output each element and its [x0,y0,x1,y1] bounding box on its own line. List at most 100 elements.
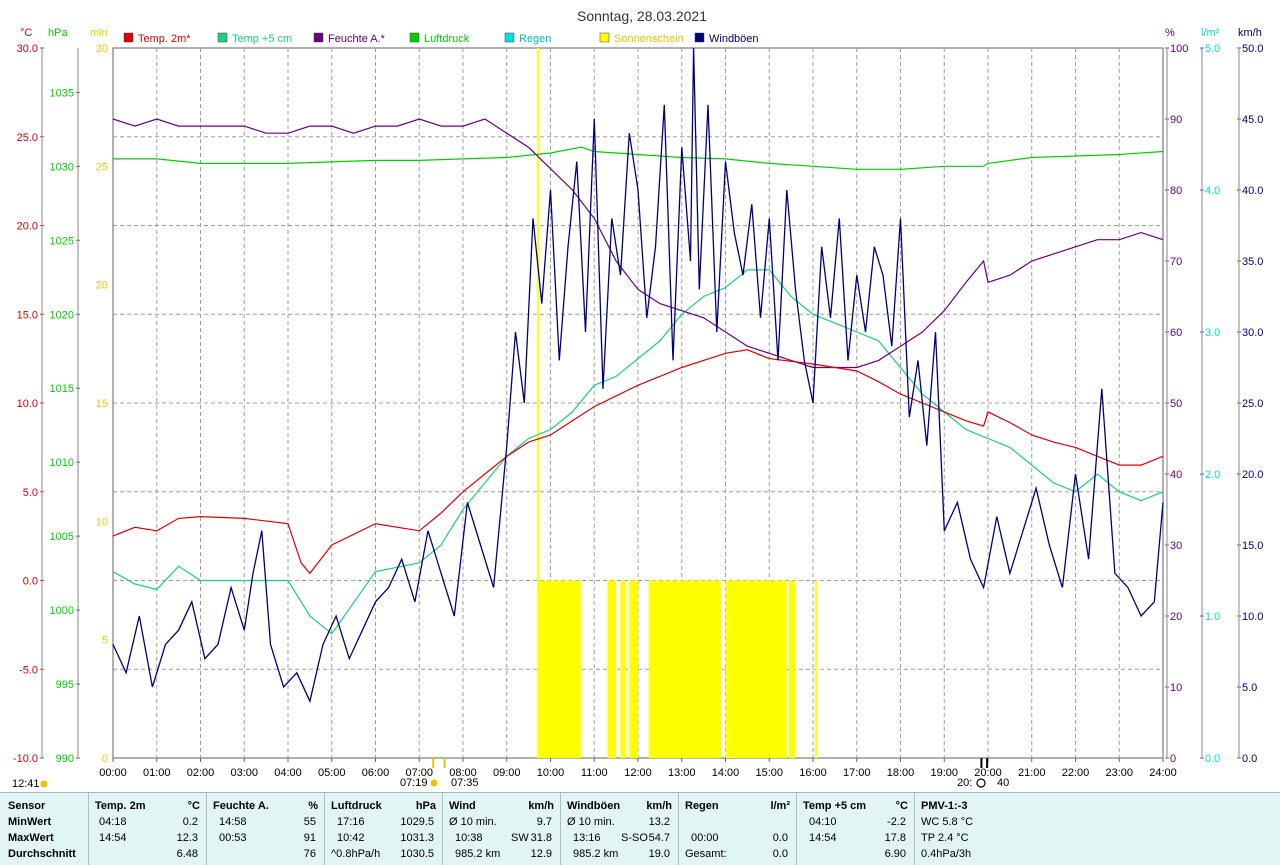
wind-title: Wind [449,800,476,812]
left-tick-label-pressure: 1025 [50,235,74,247]
left-tick-label-sunshine: 20 [96,280,108,292]
right-tick-label: 0.0 [1205,753,1220,765]
right-tick-label: 70 [1170,256,1182,268]
left-tick-label-temp: 0.0 [23,576,38,588]
right-tick-label: 40 [1170,469,1182,481]
wind-avg-label: Ø 10 min. [449,816,497,828]
pressure-title: Luftdruck [331,800,382,812]
x-tick-label: 06:00 [362,767,390,779]
x-tick-label: 09:00 [493,767,521,779]
left-tick-label-sunshine: 0 [102,753,108,765]
sunshine-bar [788,580,796,758]
temp5-min-time: 04:10 [809,816,837,828]
right-tick-label: 35.0 [1242,256,1263,268]
statistics-footer: Sensor MinWert MaxWert Durchschnitt Temp… [0,792,1280,865]
humidity-unit: % [308,800,318,812]
sunrise-icon [430,779,438,787]
left-tick-label-pressure: 1000 [50,605,74,617]
sunshine-bar [648,580,722,758]
x-tick-label: 04:00 [274,767,302,779]
x-tick-label: 17:00 [843,767,871,779]
right-tick-label: 20 [1170,611,1182,623]
sunrise-civil-time: 07:35 [451,777,479,789]
right-tick-label: 0 [1170,753,1176,765]
wind-unit: km/h [528,800,554,812]
current-time: 12:41 [12,778,40,790]
sunshine-bar [725,580,787,758]
sunshine-bar [620,580,626,758]
rain-max-time: 00:00 [691,832,719,844]
x-tick-label: 12:00 [624,767,652,779]
right-tick-label: 45.0 [1242,114,1263,126]
left-tick-label-pressure: 1010 [50,457,74,469]
sunshine-bar [629,580,638,758]
legend-swatch [313,32,324,43]
left-tick-label-pressure: 1020 [50,309,74,321]
rain-title: Regen [685,800,719,812]
humidity-max-value: 91 [303,832,316,844]
legend-swatch [504,32,515,43]
right-tick-label: 30.0 [1242,327,1263,339]
legend-label: Sonnenschein [614,33,684,45]
right-tick-label: 80 [1170,185,1182,197]
legend-label: Windböen [709,33,759,45]
right-unit-label: l/m² [1201,27,1220,39]
pressure-trend: ^0.8hPa/h [331,848,381,860]
sunset-icon [976,778,986,788]
x-tick-label: 00:00 [99,767,127,779]
right-unit-label: % [1165,27,1175,39]
right-tick-label: 50.0 [1242,43,1263,55]
gusts-max-value: 54.7 [648,832,670,844]
right-tick-label: 10 [1170,682,1182,694]
left-tick-label-temp: 15.0 [17,309,38,321]
sensor-label: Sensor [8,800,46,812]
pmv-pressure-trend: 0.4hPa/3h [921,848,972,860]
right-tick-label: 3.0 [1205,327,1220,339]
legend-label: Luftdruck [424,33,470,45]
sunset-time: 20: [957,777,972,789]
right-tick-label: 100 [1170,43,1188,55]
avg-label: Durchschnitt [8,848,76,860]
right-tick-label: 90 [1170,114,1182,126]
right-tick-label: 2.0 [1205,469,1220,481]
left-tick-label-temp: 20.0 [17,221,38,233]
unit-label-temp: °C [20,27,32,39]
temp5-max-time: 14:54 [809,832,837,844]
legend-label: Feuchte A.* [328,33,386,45]
x-tick-label: 15:00 [755,767,783,779]
sunshine-bar [607,580,617,758]
right-tick-label: 10.0 [1242,611,1263,623]
wind-max-time: 10:38 [455,832,483,844]
temp-max-value: 12.3 [176,832,198,844]
stats-humidity: Feuchte A. % 14:58 55 00:53 91 76 [206,793,324,865]
right-tick-label: 5.0 [1242,682,1257,694]
temp5-min-value: -2.2 [887,816,906,828]
gusts-distance: 985.2 km [573,848,619,860]
x-tick-label: 11:00 [581,767,608,779]
left-tick-label-sunshine: 5 [102,635,108,647]
left-tick-label-temp: 30.0 [17,43,38,55]
x-tick-label: 23:00 [1105,767,1133,779]
chart-title: Sonntag, 28.03.2021 [577,8,707,24]
legend-label: Temp +5 cm [232,33,292,45]
left-tick-label-sunshine: 15 [96,398,108,410]
x-tick-label: 16:00 [799,767,827,779]
humidity-min-time: 14:58 [219,816,247,828]
right-tick-label: 4.0 [1205,185,1220,197]
max-label: MaxWert [8,832,54,844]
right-tick-label: 50 [1170,398,1182,410]
right-tick-label: 15.0 [1242,540,1263,552]
pressure-unit: hPa [415,800,436,812]
gusts-max-time: 13:16 [573,832,601,844]
pmv-windchill: WC 5.8 °C [921,816,974,828]
x-tick-label: 21:00 [1018,767,1046,779]
temp-unit: °C [187,800,200,812]
unit-label-sunshine: min [90,27,108,39]
legend-swatch [409,32,420,43]
x-tick-label: 01:00 [143,767,171,779]
humidity-avg-value: 76 [303,848,316,860]
wind-distance: 985.2 km [455,848,501,860]
left-tick-label-pressure: 995 [56,679,74,691]
legend-swatch [599,32,610,43]
pressure-min-time: 17:16 [337,816,365,828]
